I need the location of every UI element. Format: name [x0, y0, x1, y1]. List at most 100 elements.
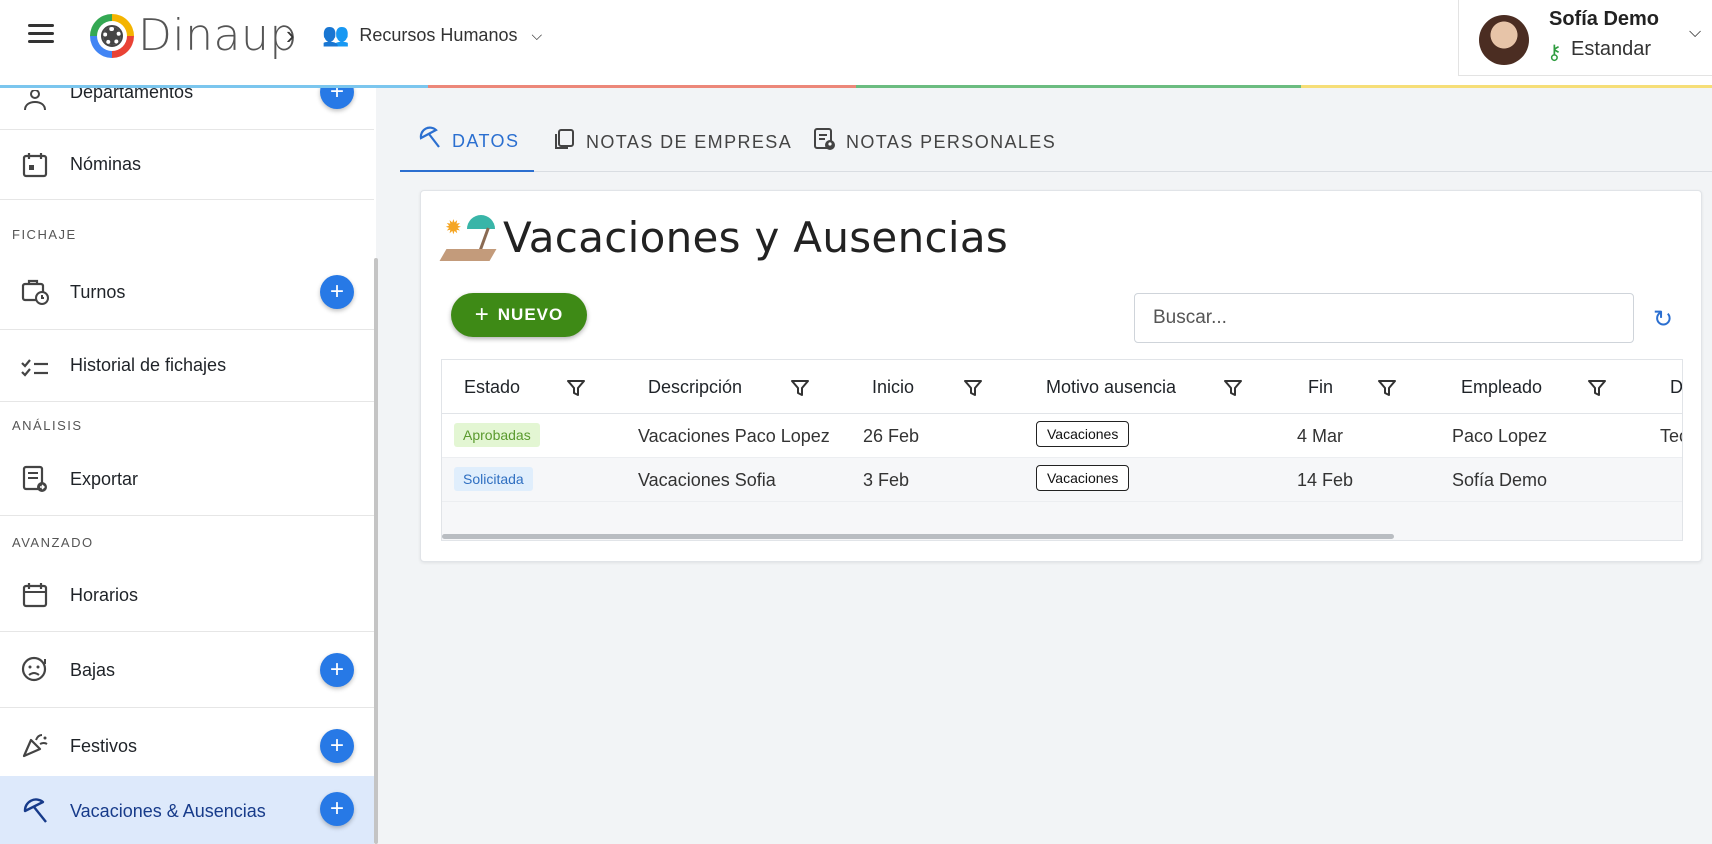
briefcase-clock-icon: [20, 276, 50, 306]
sidebar-scrollbar[interactable]: [374, 258, 378, 844]
add-baja-button[interactable]: +: [320, 653, 354, 687]
column-estado[interactable]: Estado: [464, 377, 520, 398]
horizontal-scrollbar[interactable]: [442, 534, 1394, 539]
column-motivo-ausencia[interactable]: Motivo ausencia: [1046, 377, 1176, 398]
status-badge: Aprobadas: [454, 423, 540, 447]
column-empleado[interactable]: Empleado: [1461, 377, 1542, 398]
section-analisis: ANÁLISIS: [12, 418, 83, 433]
tab-label: DATOS: [452, 130, 520, 151]
sidebar-item-turnos[interactable]: Turnos +: [0, 254, 374, 330]
sidebar-item-label: Bajas: [70, 660, 116, 680]
sidebar-item-bajas[interactable]: Bajas +: [0, 632, 374, 708]
sidebar-item-departamentos[interactable]: Departamentos +: [0, 75, 374, 130]
table-row[interactable]: Solicitada Vacaciones Sofia 3 Feb Vacaci…: [442, 458, 1682, 502]
filter-icon[interactable]: [963, 378, 983, 398]
user-role: Estandar: [1571, 38, 1652, 60]
sidebar-item-vacaciones-ausencias[interactable]: Vacaciones & Ausencias +: [0, 776, 374, 844]
cell-descripcion: Vacaciones Sofia: [638, 470, 776, 490]
cell-extra: Tec: [1660, 426, 1682, 446]
column-descripcion[interactable]: Descripción: [648, 377, 742, 398]
search-input[interactable]: [1134, 293, 1634, 343]
sick-face-icon: [20, 654, 50, 684]
filter-icon[interactable]: [790, 378, 810, 398]
sidebar-item-label: Vacaciones & Ausencias: [70, 801, 266, 821]
beach-icon: ✹: [439, 213, 497, 265]
cell-empleado: Sofía Demo: [1452, 470, 1548, 490]
sidebar-item-label: Nóminas: [70, 154, 142, 174]
main-card: ✹ Vacaciones y Ausencias + NUEVO ↻ Estad…: [420, 190, 1702, 562]
reason-chip: Vacaciones: [1036, 421, 1130, 447]
checklist-icon: [20, 351, 50, 381]
data-grid: Estado Descripción Inicio Motivo ausenci…: [441, 359, 1683, 541]
tab-notas-empresa[interactable]: NOTAS DE EMPRESA: [552, 112, 792, 172]
sidebar-item-festivos[interactable]: Festivos +: [0, 708, 374, 784]
refresh-icon[interactable]: ↻: [1653, 305, 1673, 334]
calendar-icon: [20, 150, 50, 180]
cell-descripcion: Vacaciones Paco Lopez: [638, 426, 830, 446]
cell-fin: 14 Feb: [1297, 470, 1354, 490]
add-turno-button[interactable]: +: [320, 275, 354, 309]
beach-umbrella-icon: [418, 126, 442, 156]
sidebar: Departamentos + Nóminas FICHAJE Turnos +…: [0, 75, 376, 844]
logo-icon: [90, 13, 134, 58]
column-fin[interactable]: Fin: [1308, 377, 1333, 398]
reason-chip: Vacaciones: [1036, 465, 1130, 491]
tab-notas-personales[interactable]: NOTAS PERSONALES: [812, 112, 1056, 172]
sidebar-item-label: Turnos: [70, 282, 126, 302]
notes-copy-icon: [552, 127, 576, 157]
tab-label: NOTAS PERSONALES: [846, 131, 1057, 152]
filter-icon[interactable]: [566, 378, 586, 398]
sidebar-item-historial-fichajes[interactable]: Historial de fichajes: [0, 330, 374, 402]
filter-icon[interactable]: [1223, 378, 1243, 398]
add-festivo-button[interactable]: +: [320, 729, 354, 763]
brand-logo[interactable]: Dinaup: [90, 10, 298, 61]
table-header: Estado Descripción Inicio Motivo ausenci…: [442, 360, 1682, 414]
top-bar: Dinaup › 👥 Recursos Humanos ⌵ Sofía Demo…: [0, 0, 1712, 88]
section-fichaje: FICHAJE: [12, 227, 77, 242]
module-name: Recursos Humanos: [359, 24, 518, 45]
brand-name: Dinaup: [138, 10, 298, 61]
user-menu[interactable]: Sofía Demo ⚷ Estandar ⌵: [1458, 0, 1712, 76]
section-avanzado: AVANZADO: [12, 535, 94, 550]
personal-notes-icon: [812, 127, 836, 157]
tab-bar: DATOS NOTAS DE EMPRESA NOTAS PERSONALES: [400, 112, 1712, 172]
table-row[interactable]: Aprobadas Vacaciones Paco Lopez 26 Feb V…: [442, 414, 1682, 458]
sidebar-item-label: Exportar: [70, 469, 139, 489]
beach-umbrella-icon: [20, 796, 50, 826]
filter-icon[interactable]: [1587, 378, 1607, 398]
cell-inicio: 26 Feb: [863, 426, 920, 446]
sidebar-item-horarios[interactable]: Horarios: [0, 560, 374, 632]
module-selector[interactable]: 👥 Recursos Humanos ⌵: [322, 22, 542, 48]
sidebar-item-label: Historial de fichajes: [70, 355, 227, 375]
key-icon: ⚷: [1547, 42, 1562, 64]
calendar-icon: [20, 580, 50, 610]
column-extra[interactable]: D: [1670, 377, 1682, 398]
tab-label: NOTAS DE EMPRESA: [586, 131, 793, 152]
cell-inicio: 3 Feb: [863, 470, 910, 490]
chevron-down-icon: ⌵: [1689, 24, 1702, 41]
user-name: Sofía Demo: [1549, 8, 1660, 30]
people-icon: 👥: [322, 22, 350, 47]
chevron-down-icon: ⌵: [531, 26, 543, 43]
group-icon: [20, 86, 50, 116]
menu-icon[interactable]: [28, 24, 54, 44]
status-badge: Solicitada: [454, 467, 533, 491]
breadcrumb-separator: ›: [286, 20, 295, 50]
export-doc-icon: [20, 464, 50, 494]
cell-fin: 4 Mar: [1297, 426, 1344, 446]
filter-icon[interactable]: [1377, 378, 1397, 398]
sidebar-item-nominas[interactable]: Nóminas: [0, 130, 374, 200]
header-accent-bar: [0, 85, 1712, 88]
sidebar-item-exportar[interactable]: Exportar: [0, 442, 374, 516]
new-button-label: NUEVO: [497, 305, 564, 324]
party-popper-icon: [20, 730, 50, 760]
avatar: [1479, 15, 1529, 65]
add-vacacion-button[interactable]: +: [320, 792, 354, 826]
tab-datos[interactable]: DATOS: [400, 112, 534, 172]
new-button[interactable]: + NUEVO: [451, 293, 587, 337]
sidebar-item-label: Horarios: [70, 585, 139, 605]
cell-empleado: Paco Lopez: [1452, 426, 1548, 446]
column-inicio[interactable]: Inicio: [872, 377, 914, 398]
sidebar-item-label: Festivos: [70, 736, 138, 756]
page-title: Vacaciones y Ausencias: [503, 213, 1009, 262]
